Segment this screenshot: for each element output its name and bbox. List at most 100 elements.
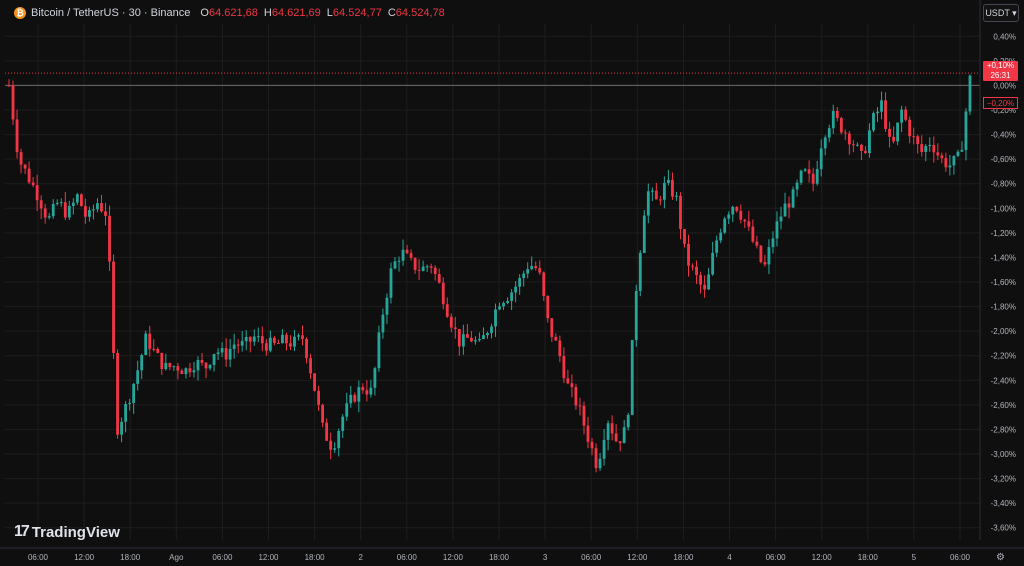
reference-lines [5,72,980,86]
symbol-header[interactable]: ₿ Bitcoin / TetherUS · 30 · Binance O 64.… [14,6,449,20]
candle-body [160,352,164,370]
candle-body [55,202,59,205]
candle-body [373,368,377,388]
symbol-title[interactable]: Bitcoin / TetherUS · 30 · Binance [31,7,190,19]
candle-body [912,136,916,138]
x-tick-label: 3 [543,553,548,562]
settings-gear-icon[interactable]: ⚙ [996,552,1005,563]
candle-body [264,343,268,351]
candle-body [602,439,606,459]
candle-body [104,211,107,216]
candle-body [474,340,477,342]
candle-body [960,149,964,152]
candle-body [783,203,787,217]
x-tick-label: 4 [727,553,732,562]
candle-body [43,208,47,218]
candle-body [735,206,739,211]
candle-body [321,404,325,423]
y-tick-label: -1,00% [991,204,1016,213]
high-key: H [263,7,272,19]
price-chart[interactable]: 0,40%0,20%0,00%-0,20%-0,40%-0,60%-0,80%-… [0,0,1024,566]
candle-body [19,152,23,165]
candle-body [136,370,140,384]
candle-body [715,240,719,253]
candle-body [196,360,200,371]
candle-body [815,169,819,184]
candle-body [35,185,39,201]
candle-body [759,245,763,263]
candle-body [739,210,743,220]
y-tick-label: -2,80% [991,425,1016,434]
candle-body [855,144,859,146]
time-axis[interactable]: 06:00 12:00 18:00 Ago 06:00 12:00 18:00 2 06:00 1… [0,547,1024,562]
candle-body [272,337,276,343]
x-tick-label: 18:00 [305,553,326,562]
candle-body [377,332,381,369]
candle-body [172,366,176,368]
y-tick-label: -3,60% [991,524,1016,533]
candle-body [429,266,433,268]
price-change: +0,10% [986,61,1015,70]
candle-body [518,278,522,287]
candle-body [357,387,361,402]
candle-body [510,292,514,301]
candle-body [534,266,538,269]
candle-body [281,334,284,344]
candle-body [868,130,871,154]
candle-body [574,387,578,406]
candle-body [578,405,582,407]
candle-body [494,309,497,327]
y-tick-label: -3,00% [991,450,1016,459]
candle-body [703,284,707,290]
candle-body [341,416,345,431]
candle-body [309,358,312,374]
candle-body [799,170,803,183]
candle-body [719,232,723,241]
candle-body [827,128,831,138]
candle-body [260,336,264,344]
candle-body [15,119,19,153]
currency-select-button[interactable]: USDT ▾ [983,4,1019,22]
candle-body [208,364,212,369]
candle-body [305,338,308,359]
candle-body [968,75,972,112]
candle-body [542,272,546,296]
y-tick-label: -2,40% [991,376,1016,385]
candle-body [228,348,232,360]
candle-body [317,390,321,405]
x-tick-label: 12:00 [627,553,648,562]
candle-body [699,275,702,285]
candle-body [896,122,900,142]
candle-body [349,394,353,404]
candle-body [498,306,501,310]
candle-body [176,366,180,371]
candle-body [212,354,216,365]
bar-countdown: 26:31 [990,71,1011,80]
candle-body [337,430,341,449]
candle-body [27,168,31,183]
candle-body [224,348,228,360]
price-axis[interactable]: 0,40%0,20%0,00%-0,20%-0,40%-0,60%-0,80%-… [979,0,1016,540]
candle-body [59,202,63,204]
x-tick-label: 18:00 [673,553,694,562]
candle-body [297,335,300,337]
candle-body [140,355,144,371]
candle-body [92,209,95,211]
candle-body [405,249,409,254]
candle-body [144,333,148,356]
candle-body [594,448,598,469]
high-value: 64.621,69 [271,7,321,19]
tradingview-logo[interactable]: 17 TradingView [14,523,120,541]
candle-body [526,269,530,274]
candle-body [216,352,220,355]
candle-body [860,144,863,151]
candle-body [538,268,542,273]
current-price-tag: +0,10% 26:31 [983,61,1018,81]
candle-body [586,425,590,442]
candle-body [393,261,397,269]
candle-body [329,440,333,450]
candle-body [457,328,461,347]
candle-body [365,390,369,395]
candle-body [469,337,473,342]
candle-body [345,403,349,417]
